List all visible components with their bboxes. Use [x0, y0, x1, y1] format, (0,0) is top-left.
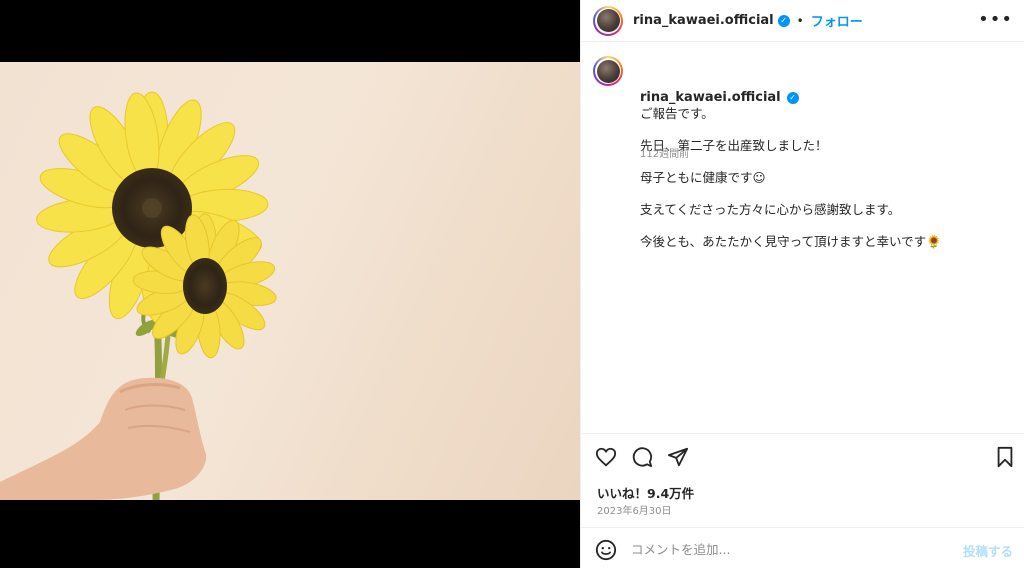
verified-badge-icon: ✓: [786, 91, 799, 104]
like-count[interactable]: いいね！9.4万件: [597, 483, 694, 502]
caption-time-ago[interactable]: 112週間前: [640, 145, 689, 160]
verified-badge-icon: ✓: [777, 14, 790, 27]
caption-line: 今後とも、あたたかく見守って頂けますと幸いです🌻: [640, 234, 942, 249]
caption-line: 支えてくださった方々に心から感謝致します。: [640, 202, 901, 217]
post-media[interactable]: [0, 0, 580, 568]
comment-input[interactable]: [629, 536, 953, 562]
emoji-icon[interactable]: [595, 539, 617, 565]
post-caption: rina_kawaei.official ✓ ご報告です。 先日、第二子を出産致し…: [640, 56, 942, 266]
avatar[interactable]: [593, 5, 623, 36]
caption-line: ご報告です。: [640, 106, 714, 121]
post-header: rina_kawaei.official ✓ • フォロー •••: [581, 0, 1024, 42]
more-options-icon[interactable]: •••: [978, 10, 1013, 30]
action-bar: [581, 433, 1024, 481]
author-username[interactable]: rina_kawaei.official: [633, 13, 774, 28]
heart-icon[interactable]: [595, 446, 617, 472]
post-comment-button[interactable]: 投稿する: [963, 541, 1013, 560]
caption-block: rina_kawaei.official ✓ ご報告です。 先日、第二子を出産致し…: [593, 56, 1013, 266]
separator-dot: •: [796, 13, 804, 28]
caption-line: 母子ともに健康です☺︎: [640, 170, 766, 185]
bookmark-icon[interactable]: [995, 446, 1015, 472]
post-date[interactable]: 2023年6月30日: [597, 502, 672, 517]
caption-avatar[interactable]: [593, 56, 623, 86]
post-sidebar: rina_kawaei.official ✓ • フォロー ••• rina_k…: [580, 0, 1024, 568]
comment-bar: 投稿する: [581, 527, 1024, 568]
follow-button[interactable]: フォロー: [811, 11, 863, 30]
comment-icon[interactable]: [631, 446, 653, 472]
share-icon[interactable]: [667, 446, 689, 472]
caption-username[interactable]: rina_kawaei.official: [640, 90, 781, 105]
sunflower-illustration: [0, 91, 277, 500]
post-photo-sunflowers[interactable]: [0, 62, 580, 500]
